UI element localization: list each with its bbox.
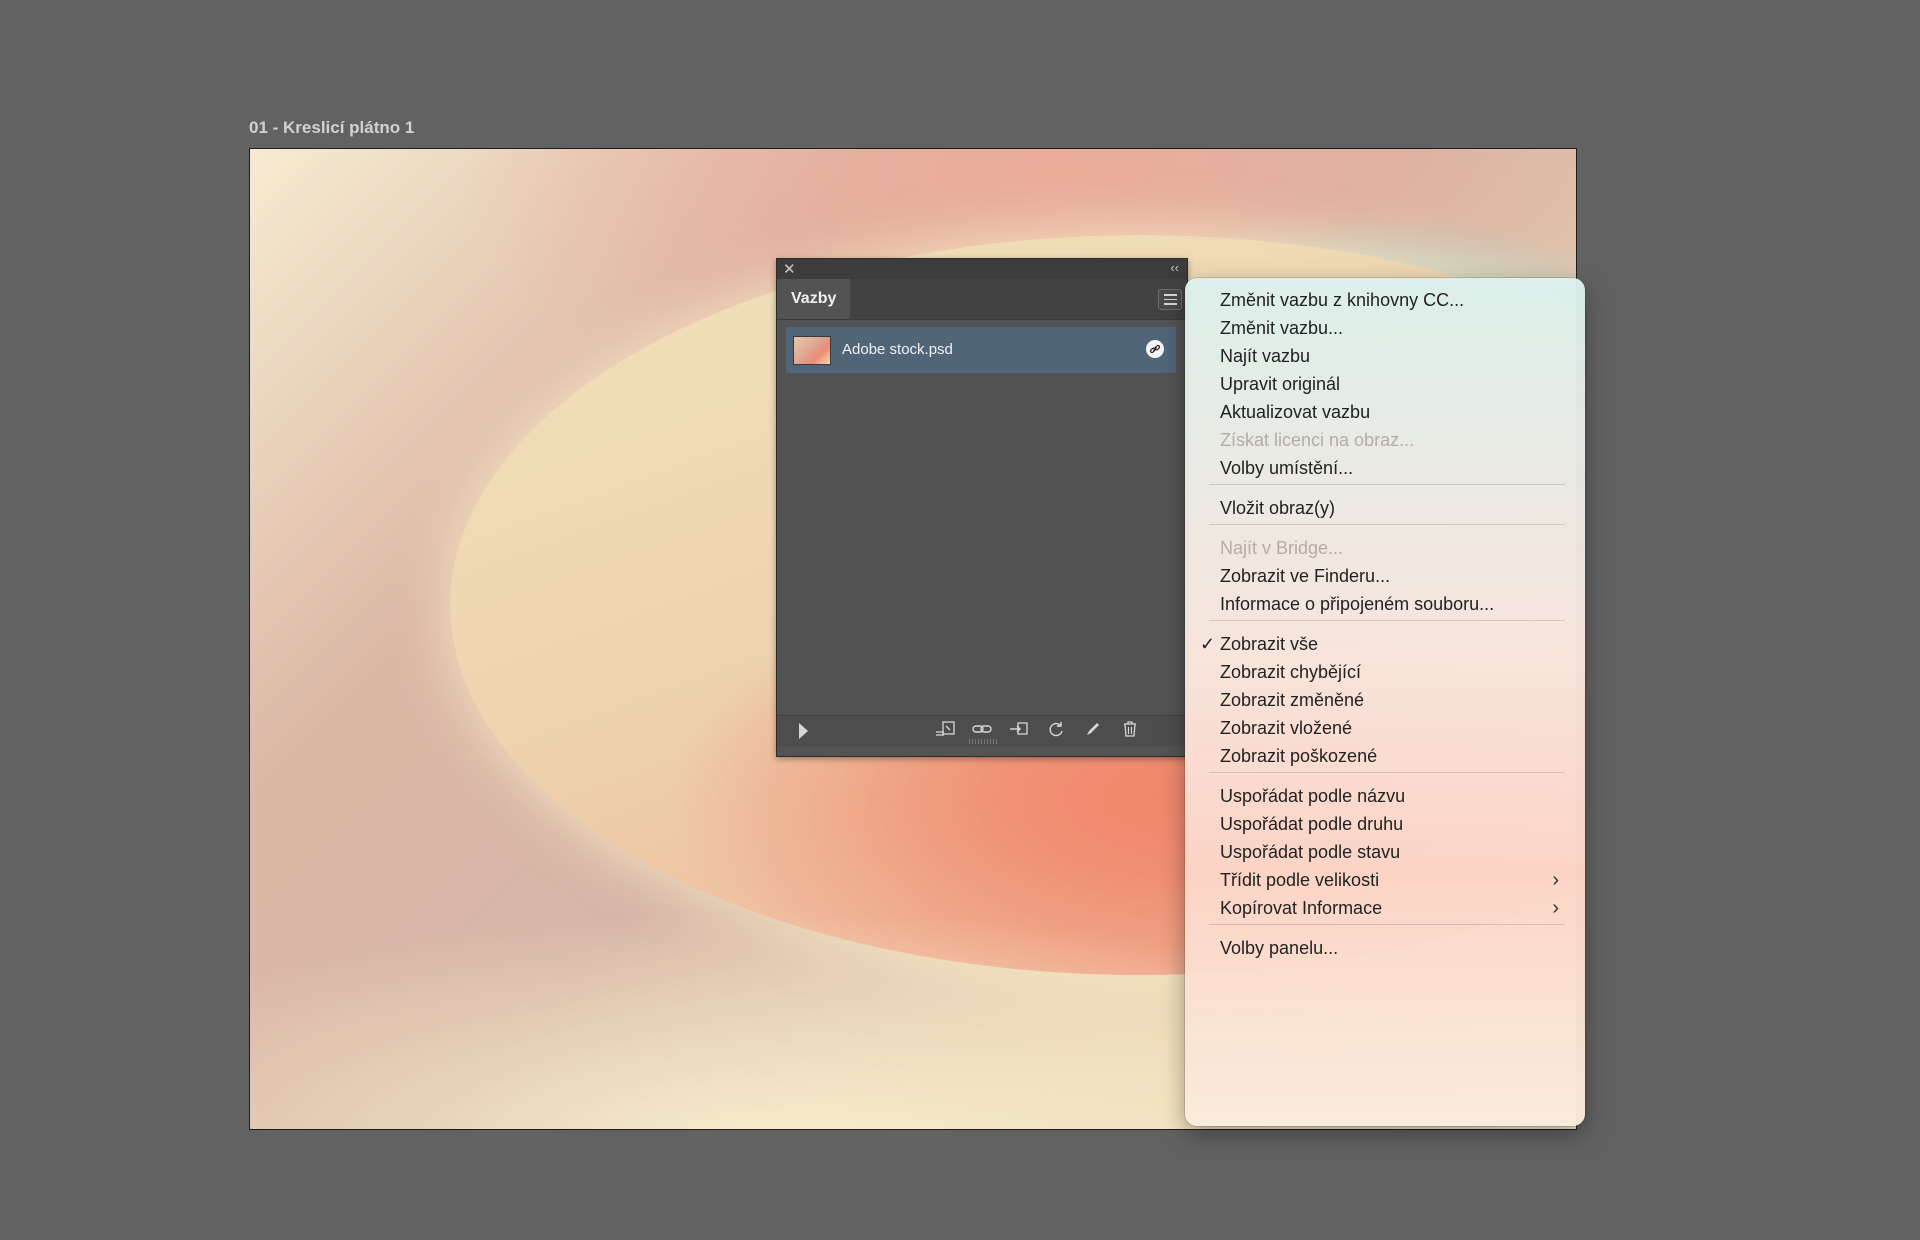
relink-cc-library-icon[interactable] <box>932 720 958 742</box>
menu-item-show-damaged[interactable]: Zobrazit poškozené <box>1220 742 1377 770</box>
menu-item-sort-by-status[interactable]: Uspořádat podle stavu <box>1220 838 1400 866</box>
menu-item-reveal-in-bridge: Najít v Bridge... <box>1220 538 1344 558</box>
hamburger-icon-line <box>1163 303 1177 305</box>
close-icon[interactable]: ✕ <box>783 260 796 278</box>
menu-item-relink-cc-library[interactable]: Změnit vazbu z knihovny CC... <box>1220 286 1464 314</box>
menu-item-link-file-info[interactable]: Informace o připojeném souboru... <box>1220 590 1494 618</box>
menu-item-reveal-in-finder[interactable]: Zobrazit ve Finderu... <box>1220 562 1390 590</box>
menu-item-show-all[interactable]: Zobrazit vše <box>1220 630 1318 658</box>
link-icon <box>1146 340 1164 358</box>
update-link-icon[interactable] <box>1043 720 1069 742</box>
menu-item-relink[interactable]: Změnit vazbu... <box>1220 314 1343 342</box>
menu-item-copy-info[interactable]: Kopírovat Informace <box>1220 894 1382 922</box>
checkmark-icon: ✓ <box>1200 634 1216 654</box>
menu-separator <box>1209 772 1565 773</box>
chevron-right-icon: › <box>1552 869 1559 891</box>
menu-item-update-link[interactable]: Aktualizovat vazbu <box>1220 398 1370 426</box>
menu-separator <box>1209 484 1565 485</box>
link-filename: Adobe stock.psd <box>842 341 953 358</box>
artboard-title: 01 - Kreslicí plátno 1 <box>249 118 415 137</box>
panel-titlebar[interactable]: ✕ ‹‹ <box>777 259 1187 279</box>
panel-menu-button[interactable] <box>1158 289 1182 310</box>
links-panel-context-menu: Změnit vazbu z knihovny CC... Změnit vazb… <box>1185 278 1585 1126</box>
menu-item-sort-by-size[interactable]: Třídit podle velikosti <box>1220 866 1379 894</box>
menu-item-sort-by-name[interactable]: Uspořádat podle názvu <box>1220 782 1405 810</box>
hamburger-icon-line <box>1163 294 1177 296</box>
delete-icon[interactable] <box>1117 720 1143 742</box>
play-icon[interactable] <box>799 723 808 739</box>
links-list: Adobe stock.psd <box>786 327 1176 709</box>
menu-item-show-modified[interactable]: Zobrazit změněné <box>1220 686 1364 714</box>
list-item[interactable]: Adobe stock.psd <box>786 327 1176 373</box>
menu-item-placement-options[interactable]: Volby umístění... <box>1220 454 1353 482</box>
menu-item-sort-by-kind[interactable]: Uspořádat podle druhu <box>1220 810 1403 838</box>
menu-item-show-missing[interactable]: Zobrazit chybějící <box>1220 658 1361 686</box>
menu-separator <box>1209 620 1565 621</box>
tab-links[interactable]: Vazby <box>777 279 851 319</box>
link-thumbnail <box>793 336 831 365</box>
resize-grip[interactable] <box>969 739 997 744</box>
menu-item-show-embedded[interactable]: Zobrazit vložené <box>1220 714 1352 742</box>
go-to-link-icon[interactable] <box>1006 720 1032 742</box>
menu-item-edit-original[interactable]: Upravit originál <box>1220 370 1340 398</box>
menu-item-go-to-link[interactable]: Najít vazbu <box>1220 342 1310 370</box>
links-panel: ✕ ‹‹ Vazby Adobe stock.psd <box>776 258 1188 757</box>
panel-tabbar: Vazby <box>777 279 1187 320</box>
menu-item-panel-options[interactable]: Volby panelu... <box>1220 934 1338 962</box>
chevron-right-icon: › <box>1552 897 1559 919</box>
edit-original-icon[interactable] <box>1080 720 1106 742</box>
panel-bottom-toolbar <box>777 715 1187 746</box>
collapse-panel-icon[interactable]: ‹‹ <box>1170 260 1179 275</box>
menu-separator <box>1209 524 1565 525</box>
menu-separator <box>1209 924 1565 925</box>
menu-item-embed-images[interactable]: Vložit obraz(y) <box>1220 494 1335 522</box>
menu-item-license-image: Získat licenci na obraz... <box>1220 430 1415 450</box>
hamburger-icon-line <box>1163 298 1177 301</box>
